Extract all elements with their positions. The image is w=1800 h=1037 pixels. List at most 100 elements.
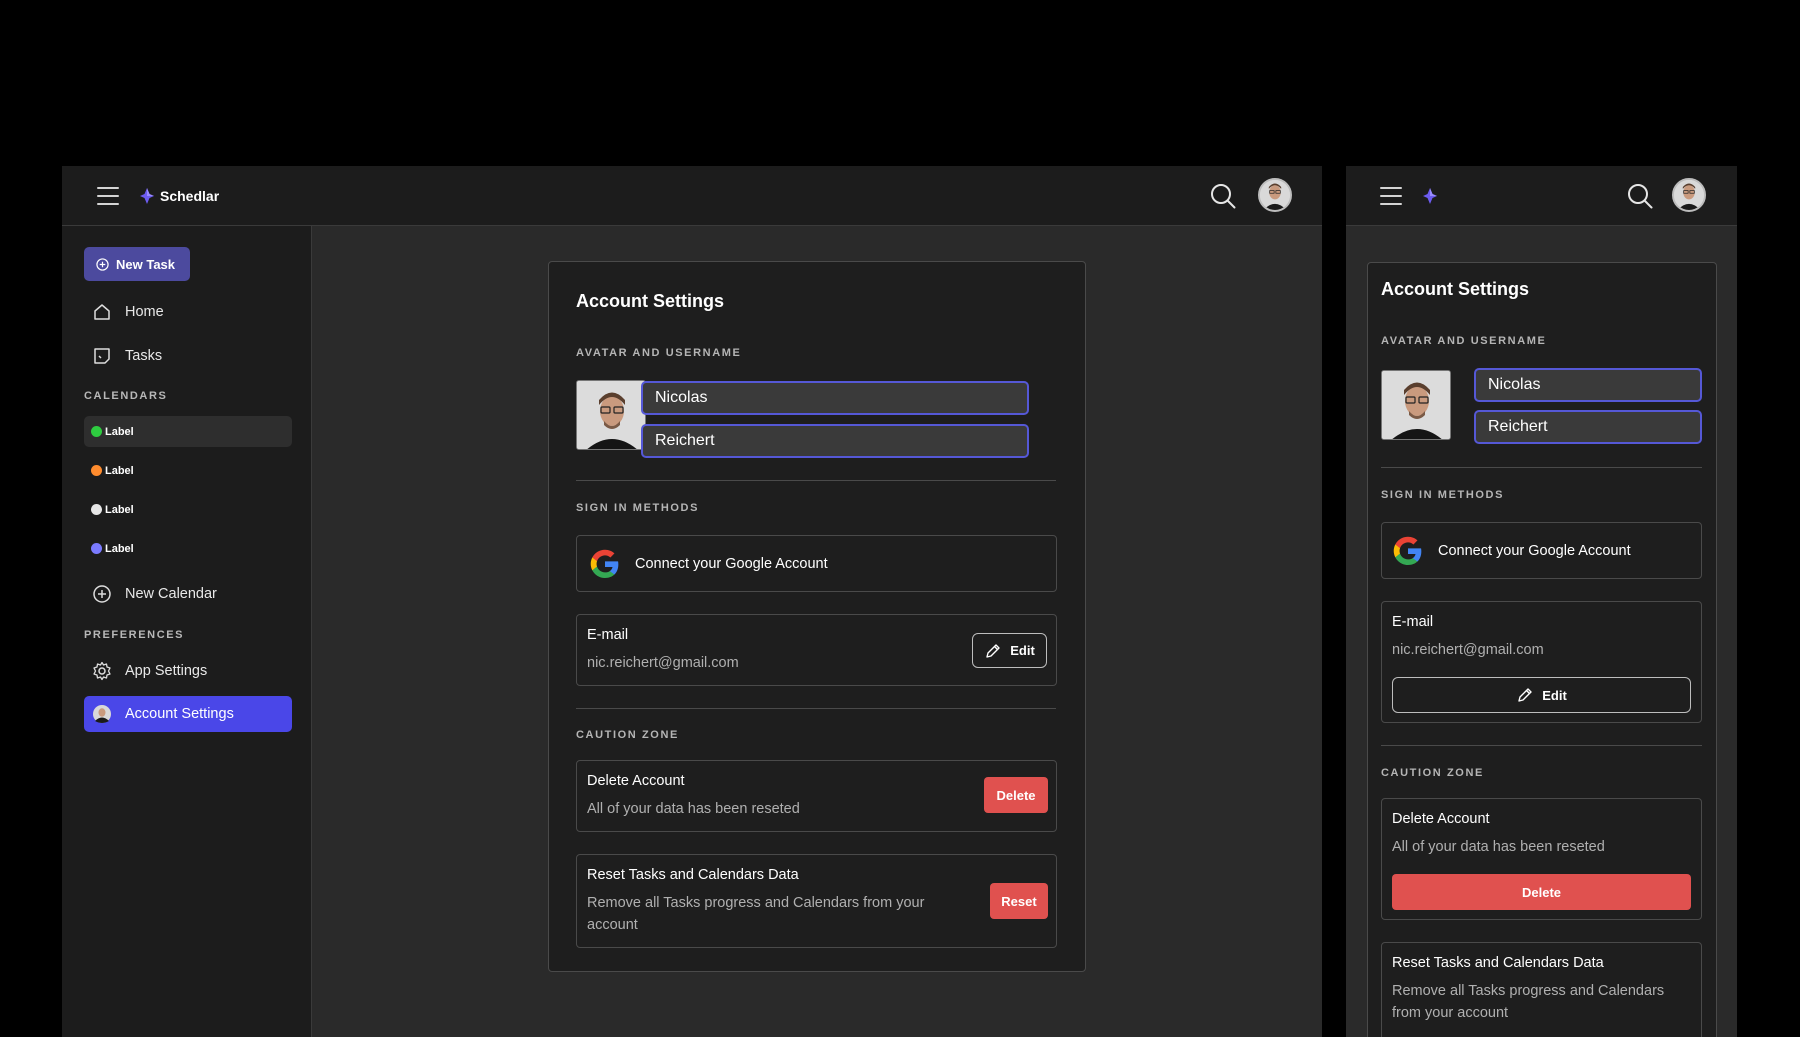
reset-data-box: Reset Tasks and Calendars Data Remove al… [576,854,1057,948]
sidebar-item-home[interactable]: Home [84,294,292,330]
page-title: Account Settings [576,291,725,311]
calendar-label: Label [105,542,134,555]
first-name-field[interactable] [641,381,1029,415]
avatar[interactable] [1381,370,1451,440]
preferences-heading: PREFERENCES [84,629,185,641]
first-name-field[interactable] [1474,368,1702,402]
top-bar [1346,166,1737,226]
divider [576,708,1056,709]
last-name-field[interactable] [1474,410,1702,444]
email-box: E-mail nic.reichert@gmail.com Edit [1381,601,1702,723]
delete-button[interactable]: Delete [1392,874,1691,910]
reset-data-desc: Remove all Tasks progress and Calendars … [1392,983,1665,1021]
sidebar-item-label: Home [125,304,164,320]
avatar[interactable] [1672,178,1706,212]
top-bar: Schedlar [62,166,1322,226]
pencil-icon [1518,688,1532,702]
edit-label: Edit [1542,687,1567,703]
email-box: E-mail nic.reichert@gmail.com Edit [576,614,1057,686]
google-icon [590,549,619,578]
home-icon [94,304,110,320]
account-settings-card: Account Settings AVATAR AND USERNAME SIG… [548,261,1086,972]
google-connect-button[interactable]: Connect your Google Account [1392,535,1631,567]
edit-label: Edit [1010,643,1035,658]
reset-data-box: Reset Tasks and Calendars Data Remove al… [1381,942,1702,1037]
google-connect-label: Connect your Google Account [635,556,828,572]
logo-icon [1423,188,1437,204]
edit-email-button[interactable]: Edit [1392,677,1691,713]
new-calendar-label: New Calendar [125,586,217,602]
calendar-item[interactable]: Label [84,533,292,564]
reset-data-desc: Remove all Tasks progress and Calendars … [587,895,925,933]
edit-email-button[interactable]: Edit [972,633,1047,668]
delete-account-box: Delete Account All of your data has been… [576,760,1057,832]
email-title: E-mail [1392,614,1434,630]
google-connect-box: Connect your Google Account [1381,522,1702,579]
google-connect-label: Connect your Google Account [1438,543,1631,559]
menu-icon[interactable] [97,187,119,205]
calendar-item[interactable]: Label [84,494,292,525]
delete-account-desc: All of your data has been reseted [1392,839,1605,855]
avatar-section-heading: AVATAR AND USERNAME [576,347,742,359]
avatar [93,705,111,723]
pencil-icon [986,643,1000,658]
avatar-section-heading: AVATAR AND USERNAME [1381,335,1547,347]
logo-icon [140,188,154,204]
google-icon [1393,536,1422,565]
new-calendar-button[interactable]: New Calendar [84,576,292,612]
app-name: Schedlar [160,188,220,204]
new-task-label: New Task [116,256,176,272]
account-settings-card: Account Settings AVATAR AND USERNAME SIG… [1367,262,1717,1037]
divider [1381,467,1702,468]
delete-button[interactable]: Delete [984,777,1048,813]
avatar[interactable] [576,380,646,450]
page-title: Account Settings [1381,279,1530,299]
signin-section-heading: SIGN IN METHODS [1381,489,1505,501]
email-value: nic.reichert@gmail.com [1392,642,1544,658]
sidebar-item-tasks[interactable]: Tasks [84,338,292,374]
calendar-label: Label [105,425,134,438]
delete-account-desc: All of your data has been reseted [587,801,800,817]
reset-button[interactable]: Reset [990,883,1048,919]
plus-circle-icon [93,585,111,603]
tasks-icon [94,348,110,364]
divider [1381,745,1702,746]
search-icon[interactable] [1210,183,1236,209]
calendars-heading: CALENDARS [84,390,168,402]
sidebar-item-label: Account Settings [125,706,234,722]
delete-account-box: Delete Account All of your data has been… [1381,798,1702,920]
calendar-color-dot [91,504,102,515]
calendar-label: Label [105,464,134,477]
caution-section-heading: CAUTION ZONE [1381,767,1484,779]
email-title: E-mail [587,627,629,643]
signin-section-heading: SIGN IN METHODS [576,502,700,514]
gear-icon [93,661,111,681]
calendar-item[interactable]: Label [84,455,292,486]
sidebar: New Task Home Tasks CALENDARS Label Labe… [62,226,312,1037]
email-value: nic.reichert@gmail.com [587,655,739,671]
new-task-button[interactable]: New Task [84,247,190,281]
calendar-label: Label [105,503,134,516]
plus-circle-icon [96,257,109,271]
google-connect-button[interactable]: Connect your Google Account [589,548,828,580]
reset-data-title: Reset Tasks and Calendars Data [1392,955,1604,971]
sidebar-item-label: Tasks [125,348,163,364]
calendar-color-dot [91,543,102,554]
reset-data-title: Reset Tasks and Calendars Data [587,867,799,883]
calendar-color-dot [91,465,102,476]
mobile-app-window: Account Settings AVATAR AND USERNAME SIG… [1346,166,1737,1037]
desktop-app-window: Schedlar New Task Home Tasks CALENDARS L… [62,166,1322,1037]
delete-account-title: Delete Account [1392,811,1490,827]
menu-icon[interactable] [1380,187,1402,205]
avatar[interactable] [1258,178,1292,212]
caution-section-heading: CAUTION ZONE [576,729,679,741]
calendar-color-dot [91,426,102,437]
sidebar-item-label: App Settings [125,663,208,679]
last-name-field[interactable] [641,424,1029,458]
divider [576,480,1056,481]
google-connect-box: Connect your Google Account [576,535,1057,592]
search-icon[interactable] [1627,183,1653,209]
sidebar-item-account-settings[interactable]: Account Settings [84,696,292,732]
calendar-item[interactable]: Label [84,416,292,447]
sidebar-item-app-settings[interactable]: App Settings [84,653,292,689]
